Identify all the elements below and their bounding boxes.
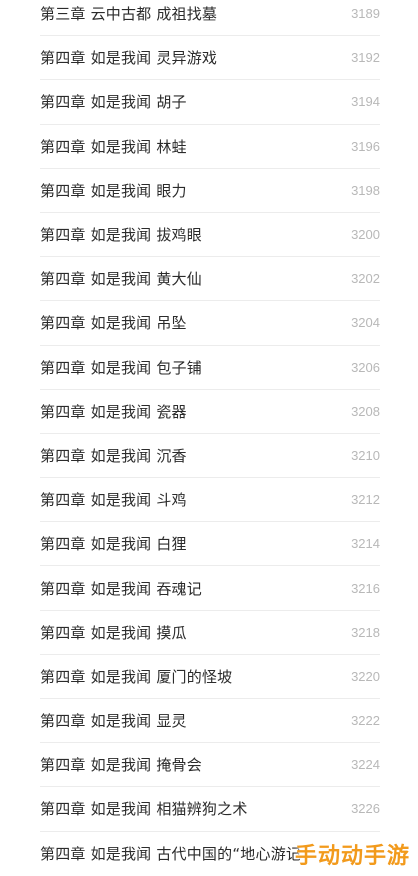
chapter-title: 第四章 如是我闻 拔鸡眼 (40, 226, 202, 245)
chapter-title: 第四章 如是我闻 包子铺 (40, 358, 202, 377)
page-number: 3192 (351, 50, 380, 66)
page-number: 3202 (351, 271, 380, 287)
chapter-title: 第四章 如是我闻 厦门的怪坡 (40, 667, 233, 686)
page-number: 3222 (351, 713, 380, 729)
chapter-title: 第四章 如是我闻 眼力 (40, 181, 187, 200)
toc-row[interactable]: 第四章 如是我闻 灵异游戏 3192 (40, 36, 380, 81)
page-number: 3189 (351, 6, 380, 22)
toc-row[interactable]: 第四章 如是我闻 吊坠 3204 (40, 301, 380, 346)
page-number: 3200 (351, 227, 380, 243)
toc-row[interactable]: 第四章 如是我闻 斗鸡 3212 (40, 478, 380, 523)
page-number: 3204 (351, 315, 380, 331)
toc-row[interactable]: 第四章 如是我闻 厦门的怪坡 3220 (40, 655, 380, 699)
page-number: 3214 (351, 536, 380, 552)
chapter-title: 第四章 如是我闻 胡子 (40, 93, 187, 112)
toc-row[interactable]: 第四章 如是我闻 摸瓜 3218 (40, 611, 380, 655)
chapter-title: 第四章 如是我闻 吊坠 (40, 314, 187, 333)
toc-row[interactable]: 第四章 如是我闻 白狸 3214 (40, 522, 380, 567)
page-number: 3224 (351, 757, 380, 773)
toc-row[interactable]: 第四章 如是我闻 拔鸡眼 3200 (40, 213, 380, 258)
toc-row[interactable]: 第四章 如是我闻 相猫辨狗之术 3226 (40, 787, 380, 832)
table-of-contents: 第三章 云中古都 成祖找墓 3189 第四章 如是我闻 灵异游戏 3192 第四… (0, 0, 418, 876)
page-number: 3206 (351, 359, 380, 375)
chapter-title: 第四章 如是我闻 黄大仙 (40, 270, 202, 289)
chapter-title: 第四章 如是我闻 相猫辨狗之术 (40, 800, 248, 819)
chapter-title: 第四章 如是我闻 吞魂记 (40, 579, 202, 598)
toc-row[interactable]: 第四章 如是我闻 掩骨会 3224 (40, 743, 380, 788)
chapter-title: 第四章 如是我闻 古代中国的“地心游记 (40, 845, 302, 864)
page-number: 3194 (351, 94, 380, 110)
chapter-title: 第四章 如是我闻 沉香 (40, 446, 187, 465)
toc-row[interactable]: 第四章 如是我闻 胡子 3194 (40, 80, 380, 125)
page-number: 3212 (351, 492, 380, 508)
page-number: 3210 (351, 447, 380, 463)
toc-row[interactable]: 第四章 如是我闻 黄大仙 3202 (40, 257, 380, 302)
toc-row[interactable]: 第四章 如是我闻 眼力 3198 (40, 169, 380, 213)
page-number: 3216 (351, 580, 380, 596)
toc-row[interactable]: 第四章 如是我闻 古代中国的“地心游记 (40, 832, 380, 876)
toc-row[interactable]: 第四章 如是我闻 林蛙 3196 (40, 125, 380, 169)
chapter-title: 第四章 如是我闻 瓷器 (40, 402, 187, 421)
page-number: 3220 (351, 668, 380, 684)
page-number: 3226 (351, 801, 380, 817)
toc-row[interactable]: 第四章 如是我闻 瓷器 3208 (40, 390, 380, 434)
chapter-title: 第四章 如是我闻 林蛙 (40, 137, 187, 156)
chapter-title: 第四章 如是我闻 掩骨会 (40, 756, 202, 775)
toc-row[interactable]: 第四章 如是我闻 显灵 3222 (40, 699, 380, 744)
page-number: 3208 (351, 403, 380, 419)
chapter-title: 第四章 如是我闻 灵异游戏 (40, 49, 218, 68)
chapter-title: 第四章 如是我闻 斗鸡 (40, 491, 187, 510)
chapter-title: 第四章 如是我闻 白狸 (40, 535, 187, 554)
chapter-title: 第四章 如是我闻 显灵 (40, 712, 187, 731)
chapter-title: 第四章 如是我闻 摸瓜 (40, 623, 187, 642)
page-number: 3198 (351, 182, 380, 198)
toc-row[interactable]: 第四章 如是我闻 吞魂记 3216 (40, 566, 380, 611)
toc-row[interactable]: 第三章 云中古都 成祖找墓 3189 (40, 0, 380, 37)
toc-row[interactable]: 第四章 如是我闻 包子铺 3206 (40, 346, 380, 390)
toc-row[interactable]: 第四章 如是我闻 沉香 3210 (40, 434, 380, 479)
chapter-title: 第三章 云中古都 成祖找墓 (40, 5, 218, 24)
page-number: 3196 (351, 138, 380, 154)
page-number: 3218 (351, 624, 380, 640)
